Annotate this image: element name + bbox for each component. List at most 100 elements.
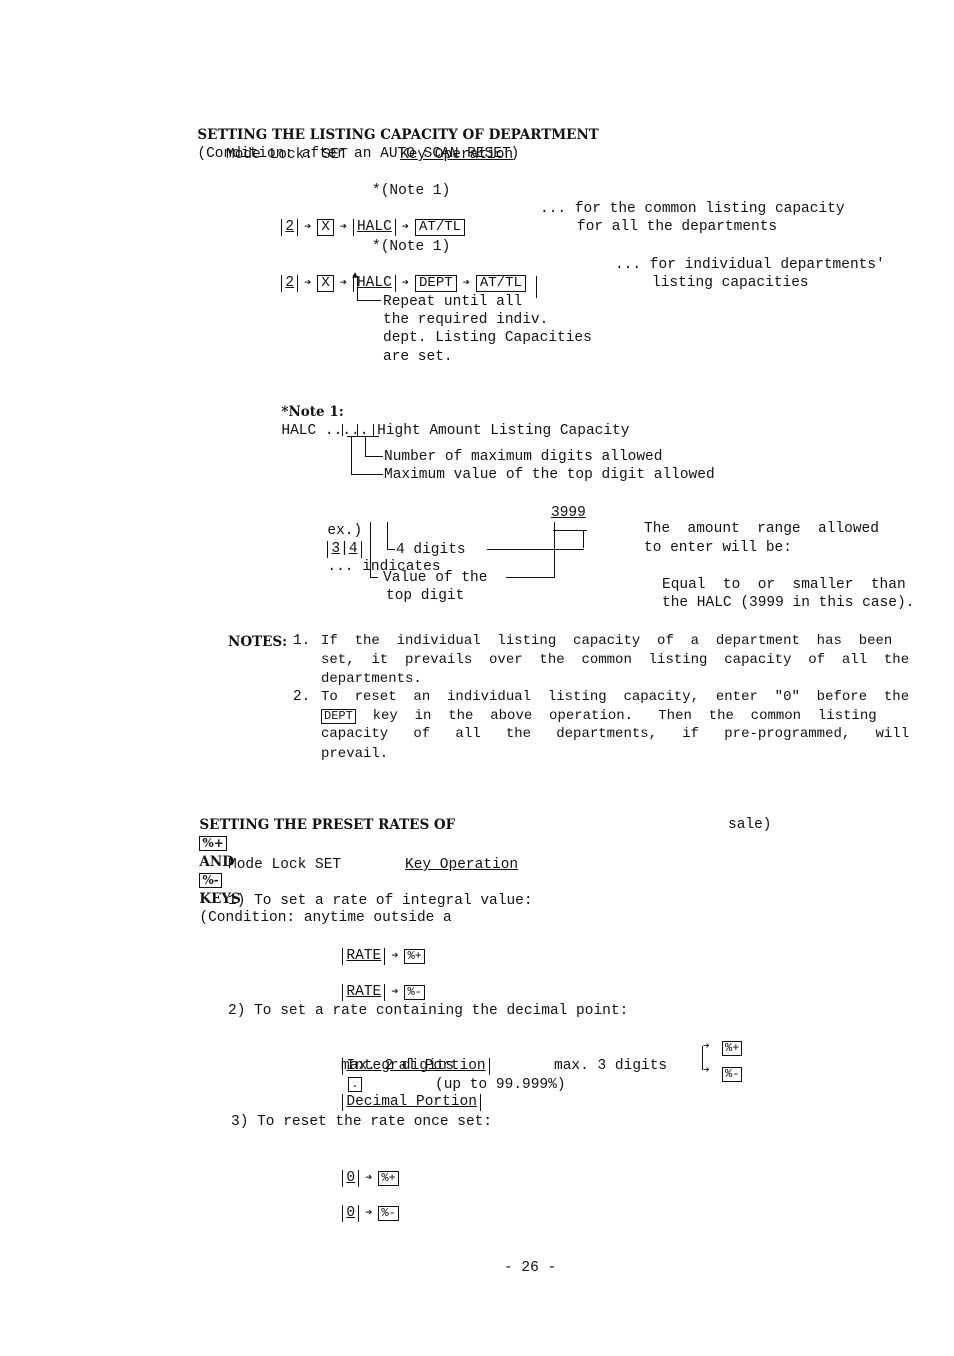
arrow-icon: ➔ (462, 276, 470, 290)
example-digits: 3|4 (327, 541, 362, 558)
arrow-icon: ➔ (304, 220, 312, 234)
key-sequence-common: 2 ➔ X ➔ HALC ➔ AT/TL (264, 200, 466, 236)
example-value: 3999 (551, 505, 586, 521)
numkey-rate: RATE (342, 984, 386, 1001)
key-percent-minus: %- (199, 873, 222, 888)
arrow-icon: ➔ (304, 276, 312, 290)
ex-digits-connector (487, 549, 584, 550)
mode-lock-1: Mode Lock: SET (226, 147, 348, 163)
note1-text: HALC ..... Hight Amount Listing Capacity (281, 423, 630, 439)
halc-bar-mid (357, 424, 358, 436)
rate-plus-sequence: RATE ➔ %+ (325, 929, 425, 965)
callout1-hline (365, 456, 383, 457)
section2-condition-1: (Condition: anytime outside a (199, 910, 452, 926)
arrow-icon: ➔ (401, 276, 410, 290)
loop-line-right (536, 276, 537, 298)
key-percent-minus: %- (722, 1067, 743, 1082)
note-item2-line4: prevail. (321, 746, 389, 762)
ex-top-connector (506, 577, 555, 578)
note-item1-line3: departments. (321, 671, 422, 687)
callout1-vline (365, 436, 366, 456)
ex-callout-top-2: top digit (386, 588, 465, 604)
numkey-2: 2 (281, 219, 299, 236)
example-prefix: ex.) (327, 523, 363, 539)
key-at-tl: AT/TL (475, 275, 526, 292)
row1-desc-2: for all the departments (577, 219, 778, 235)
row1-desc-1: ... for the common listing capacity (540, 201, 845, 217)
key-percent-minus: %- (378, 1206, 399, 1221)
example: ex.) 3|4 ... indicates (310, 504, 441, 576)
arrow-icon: ➔ (339, 220, 347, 234)
numkey-rate: RATE (342, 948, 386, 965)
numkey-halc: HALC (352, 275, 396, 292)
note-ref-1: *(Note 1) (372, 183, 451, 199)
numkey-decimal-portion: Decimal Portion (342, 1094, 481, 1111)
ex-digits-vline (583, 530, 584, 548)
key-sequence-individual: 2 ➔ X ➔ HALC ➔ DEPT ➔ AT/TL (264, 256, 526, 292)
key-dept: DEPT (415, 275, 457, 292)
ex-top-hline (370, 577, 378, 578)
note-item2-num: 2. (293, 689, 311, 705)
loop-arrow-up-icon: ▲ (352, 271, 359, 282)
branch-arrow-up-icon: ➔ (703, 1041, 710, 1053)
repeat-note-1: Repeat until all (383, 294, 523, 310)
rate-minus-sequence: RATE ➔ %- (325, 965, 425, 1001)
upto-label: (up to 99.999%) (435, 1077, 566, 1093)
halc-callout-digits: Number of maximum digits allowed (384, 449, 663, 465)
repeat-note-4: are set. (383, 349, 453, 365)
range-text-3: Equal to or smaller than (662, 577, 906, 593)
key-percent-plus: %+ (404, 949, 425, 964)
callout2-hline (351, 474, 383, 475)
arrow-icon: ➔ (401, 220, 410, 234)
range-text-4: the HALC (3999 in this case). (662, 595, 915, 611)
step3: 3) To reset the rate once set: (231, 1114, 493, 1130)
mode-lock-2: Mode Lock SET (228, 857, 342, 873)
numkey-0: 0 (342, 1170, 360, 1187)
ex-top-vline (370, 522, 371, 577)
key-x: X (317, 219, 334, 236)
numkey-halc: HALC (352, 219, 396, 236)
section1-title: SETTING THE LISTING CAPACITY OF DEPARTME… (197, 127, 599, 143)
step1: 1) To set a rate of integral value: (228, 893, 533, 909)
callout2-vline (351, 436, 352, 474)
ex-callout-top-1: Value of the (383, 570, 488, 586)
note-item2-line1: To reset an individual listing capacity,… (321, 689, 910, 705)
note-item2-line3: capacity of all the departments, if pre-… (321, 726, 910, 742)
key-at-tl: AT/TL (415, 219, 466, 236)
ex-callout-digits: 4 digits (396, 542, 466, 558)
ex-digits-vline2 (387, 522, 388, 549)
arrow-icon: ➔ (365, 1206, 373, 1220)
decimal-sequence: Integral Portion . Decimal Portion (325, 1039, 490, 1111)
key-percent-plus: %+ (199, 836, 227, 851)
key-x: X (317, 275, 334, 292)
numkey-0: 0 (342, 1205, 360, 1222)
zero-minus-sequence: 0 ➔ %- (325, 1186, 399, 1222)
key-percent-plus: %+ (722, 1041, 743, 1056)
key-operation-1: Key Operation (400, 147, 514, 163)
halc-callout-top: Maximum value of the top digit allowed (384, 467, 715, 483)
arrow-icon: ➔ (339, 276, 347, 290)
notes-label: NOTES: (228, 634, 288, 650)
note-item2-line2: DEPT key in the above operation. Then th… (321, 707, 877, 725)
note1: *Note 1: HALC ..... Hight Amount Listing… (264, 385, 629, 440)
key-percent-plus: %+ (378, 1171, 399, 1186)
halc-bar-left (342, 424, 343, 436)
loop-line-bottom (357, 300, 381, 301)
section2-title: SETTING THE PRESET RATES OF (199, 817, 456, 833)
max2-label: max. 2 digits (341, 1058, 455, 1074)
section2-condition-2: sale) (728, 817, 772, 833)
range-text-1: The amount range allowed (644, 521, 879, 537)
note-ref-2: *(Note 1) (372, 239, 451, 255)
note-item1-line2: set, it prevails over the common listing… (321, 652, 910, 668)
range-text-2: to enter will be: (644, 540, 792, 556)
repeat-note-2: the required indiv. (383, 312, 549, 328)
key-percent-minus: %- (404, 985, 425, 1000)
halc-bar-right (373, 424, 374, 436)
ex-digits-hline2 (387, 549, 395, 550)
zero-plus-sequence: 0 ➔ %+ (325, 1151, 399, 1187)
ex-arrow-hline (553, 530, 587, 531)
note-item1-num: 1. (293, 633, 311, 649)
arrow-icon: ➔ (391, 949, 399, 963)
key-dept: DEPT (321, 709, 356, 724)
key-operation-2: Key Operation (405, 857, 519, 873)
